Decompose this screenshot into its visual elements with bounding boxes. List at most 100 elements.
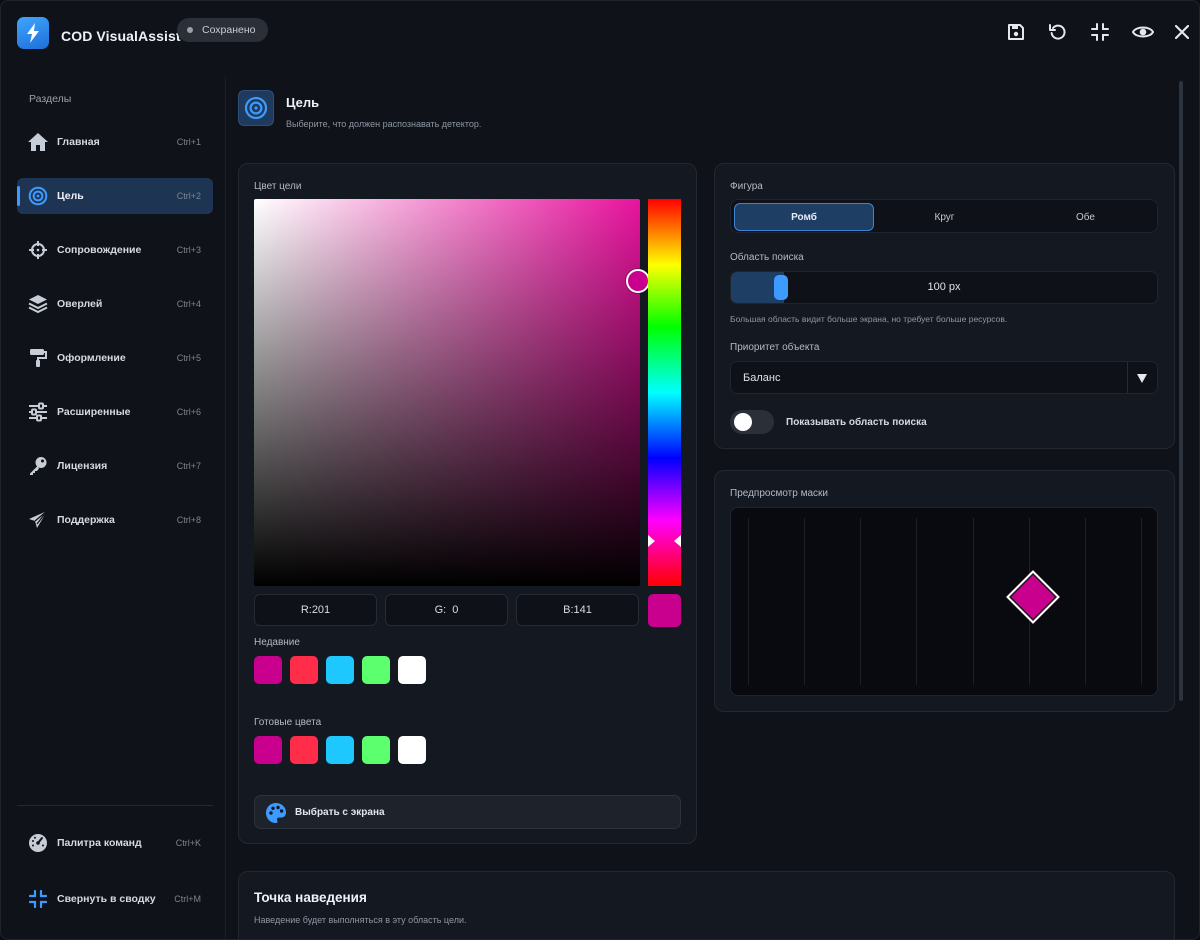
mask-preview-label: Предпросмотр маски bbox=[730, 488, 828, 499]
home-icon bbox=[27, 132, 49, 152]
sidebar-item-appearance[interactable]: Оформление Ctrl+5 bbox=[17, 340, 213, 376]
show-search-area-toggle[interactable] bbox=[730, 410, 774, 434]
status-badge-label: Сохранено bbox=[202, 24, 256, 36]
preset-colors-label: Готовые цвета bbox=[254, 717, 322, 728]
sidebar-item-shortcut: Ctrl+2 bbox=[176, 191, 201, 201]
sidebar-item-shortcut: Ctrl+8 bbox=[176, 515, 201, 525]
priority-select[interactable]: Баланс bbox=[730, 361, 1158, 394]
paint-roller-icon bbox=[27, 348, 49, 368]
preset-color-swatch[interactable] bbox=[254, 736, 282, 764]
sidebar-item-label: Оформление bbox=[57, 352, 126, 364]
saturation-value-area[interactable] bbox=[254, 199, 640, 586]
sidebar-item-support[interactable]: Поддержка Ctrl+8 bbox=[17, 502, 213, 538]
preview-grid-line bbox=[916, 518, 917, 685]
page-title: Цель bbox=[286, 95, 320, 110]
figure-option-diamond[interactable]: Ромб bbox=[734, 203, 874, 231]
recent-color-swatch[interactable] bbox=[254, 656, 282, 684]
figure-option-circle[interactable]: Круг bbox=[874, 203, 1015, 231]
hue-slider[interactable] bbox=[648, 199, 681, 586]
sidebar-item-target[interactable]: Цель Ctrl+2 bbox=[17, 178, 213, 214]
preview-grid-line bbox=[748, 518, 749, 685]
close-icon[interactable] bbox=[1171, 21, 1193, 43]
status-badge: Сохранено bbox=[177, 18, 268, 42]
diamond-target-shape bbox=[1006, 570, 1060, 624]
hover-point-card bbox=[238, 871, 1175, 939]
red-field[interactable]: R:201 bbox=[254, 594, 377, 626]
save-icon[interactable] bbox=[1005, 21, 1027, 43]
recent-color-swatch[interactable] bbox=[290, 656, 318, 684]
target-icon bbox=[238, 90, 274, 126]
undo-icon[interactable] bbox=[1047, 21, 1069, 43]
color-picker-handle[interactable] bbox=[626, 269, 650, 293]
sidebar-item-label: Главная bbox=[57, 136, 100, 148]
key-icon bbox=[27, 456, 49, 476]
sidebar-item-label: Сопровождение bbox=[57, 244, 142, 256]
show-search-area-label: Показывать область поиска bbox=[786, 417, 927, 428]
title-bar: COD VisualAssist Сохранено bbox=[1, 1, 1199, 65]
sidebar-item-shortcut: Ctrl+1 bbox=[176, 137, 201, 147]
main-scrollbar[interactable] bbox=[1179, 81, 1183, 701]
crosshair-icon bbox=[27, 240, 49, 260]
chevron-down-icon[interactable] bbox=[1137, 374, 1147, 383]
sidebar-item-shortcut: Ctrl+7 bbox=[176, 461, 201, 471]
search-area-label: Область поиска bbox=[730, 252, 804, 263]
sidebar-item-label: Цель bbox=[57, 190, 84, 202]
current-color-swatch bbox=[648, 594, 681, 627]
blue-field[interactable]: B:141 bbox=[516, 594, 639, 626]
sidebar-item-command-palette[interactable]: Палитра команд Ctrl+K bbox=[17, 825, 213, 861]
color-card-label: Цвет цели bbox=[254, 181, 302, 192]
preview-grid-line bbox=[1085, 518, 1086, 685]
sidebar-item-license[interactable]: Лицензия Ctrl+7 bbox=[17, 448, 213, 484]
figure-option-both[interactable]: Обе bbox=[1015, 203, 1156, 231]
sidebar-item-label: Оверлей bbox=[57, 298, 103, 310]
preset-color-swatch[interactable] bbox=[290, 736, 318, 764]
sliders-icon bbox=[27, 402, 49, 422]
recent-color-swatch[interactable] bbox=[398, 656, 426, 684]
recent-color-swatch[interactable] bbox=[326, 656, 354, 684]
app-title: COD VisualAssist bbox=[61, 28, 181, 44]
sidebar-item-label: Свернуть в сводку bbox=[57, 893, 156, 905]
preview-grid-line bbox=[804, 518, 805, 685]
sidebar-item-label: Расширенные bbox=[57, 406, 131, 418]
preset-color-swatch[interactable] bbox=[326, 736, 354, 764]
hue-slider-marker-left[interactable] bbox=[648, 535, 655, 547]
preset-color-swatch[interactable] bbox=[362, 736, 390, 764]
sidebar-item-shortcut: Ctrl+5 bbox=[176, 353, 201, 363]
select-divider bbox=[1127, 362, 1128, 393]
toggle-knob bbox=[734, 413, 752, 431]
target-icon bbox=[27, 186, 49, 206]
green-field[interactable]: G: 0 bbox=[385, 594, 508, 626]
layers-icon bbox=[27, 294, 49, 314]
sidebar-item-tracking[interactable]: Сопровождение Ctrl+3 bbox=[17, 232, 213, 268]
preview-grid-line bbox=[973, 518, 974, 685]
lightning-icon bbox=[17, 17, 49, 49]
search-area-slider[interactable]: 100 px bbox=[730, 271, 1158, 304]
eye-icon[interactable] bbox=[1132, 21, 1154, 43]
paper-plane-icon bbox=[27, 510, 49, 530]
gauge-icon bbox=[27, 833, 49, 853]
preset-color-swatch[interactable] bbox=[398, 736, 426, 764]
palette-icon bbox=[265, 802, 287, 829]
collapse-icon[interactable] bbox=[1089, 21, 1111, 43]
sidebar-item-label: Лицензия bbox=[57, 460, 108, 472]
priority-label: Приоритет объекта bbox=[730, 342, 820, 353]
priority-select-value: Баланс bbox=[743, 372, 781, 384]
sidebar-item-overlay[interactable]: Оверлей Ctrl+4 bbox=[17, 286, 213, 322]
preview-grid-line bbox=[1141, 518, 1142, 685]
search-area-hint: Большая область видит больше экрана, но … bbox=[730, 314, 1008, 324]
hover-point-title: Точка наведения bbox=[254, 890, 367, 905]
sidebar-item-collapse-summary[interactable]: Свернуть в сводку Ctrl+M bbox=[17, 881, 213, 917]
hue-slider-marker-right[interactable] bbox=[674, 535, 681, 547]
sidebar-item-shortcut: Ctrl+3 bbox=[176, 245, 201, 255]
pick-from-screen-button[interactable]: Выбрать с экрана bbox=[254, 795, 681, 829]
recent-color-swatch[interactable] bbox=[362, 656, 390, 684]
sidebar-item-shortcut: Ctrl+6 bbox=[176, 407, 201, 417]
figure-segmented-control: Ромб Круг Обе bbox=[730, 199, 1158, 233]
recent-colors-label: Недавние bbox=[254, 637, 300, 648]
sidebar-item-advanced[interactable]: Расширенные Ctrl+6 bbox=[17, 394, 213, 430]
hover-point-subtitle: Наведение будет выполняться в эту област… bbox=[254, 915, 467, 925]
collapse-icon bbox=[27, 889, 49, 909]
sidebar-item-home[interactable]: Главная Ctrl+1 bbox=[17, 124, 213, 160]
status-dot-icon bbox=[187, 27, 193, 33]
search-area-value: 100 px bbox=[927, 281, 961, 293]
